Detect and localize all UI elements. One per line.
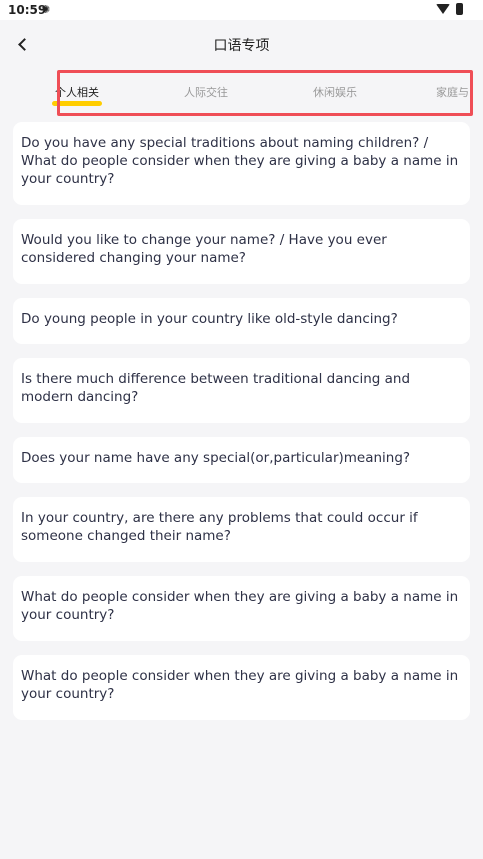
question-card[interactable]: What do people consider when they are gi… [13, 576, 470, 641]
question-card[interactable]: Is there much difference between traditi… [13, 358, 470, 423]
question-card[interactable]: Would you like to change your name? / Ha… [13, 219, 470, 284]
tabs-highlight-box [57, 70, 473, 116]
question-list: Do you have any special traditions about… [0, 122, 483, 720]
wifi-icon [436, 4, 450, 14]
question-card[interactable]: Does your name have any special(or,parti… [13, 437, 470, 483]
snowflake-icon: ✺ [41, 3, 51, 16]
question-card[interactable]: Do you have any special traditions about… [13, 122, 470, 205]
category-tabs-area: 个人相关 人际交往 休闲娱乐 家庭与 [0, 70, 483, 122]
status-bar: 10:59 ✺ [0, 0, 483, 20]
question-card[interactable]: In your country, are there any problems … [13, 497, 470, 562]
question-card[interactable]: What do people consider when they are gi… [13, 655, 470, 720]
battery-icon [456, 3, 463, 15]
status-icons [436, 3, 463, 15]
header: 口语专项 [0, 20, 483, 70]
page-title: 口语专项 [213, 38, 270, 54]
question-card[interactable]: Do young people in your country like old… [13, 298, 470, 344]
